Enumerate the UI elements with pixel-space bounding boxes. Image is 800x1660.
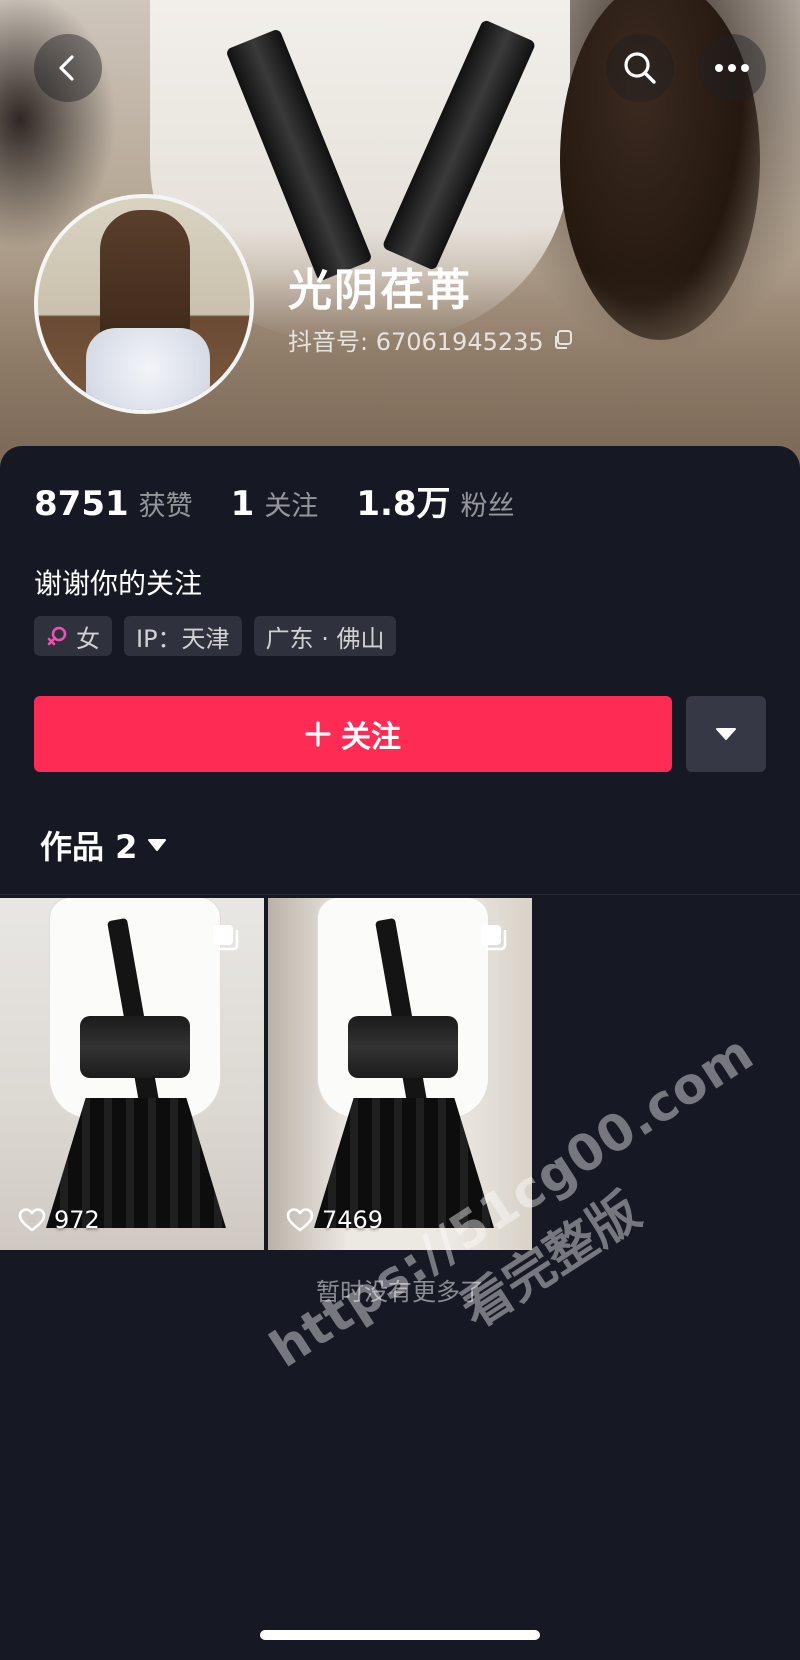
stat-followers-label: 粉丝 [460,491,515,522]
like-count: 972 [18,1206,100,1234]
tab-works[interactable]: 作品 2 [40,822,167,868]
caret-down-icon [716,728,736,740]
tab-works-label: 作品 2 [40,828,138,866]
stat-followers[interactable]: 1.8万 粉丝 [356,476,514,525]
home-indicator[interactable] [260,1630,540,1640]
female-icon [47,626,67,646]
thumbnail-image-corset [80,1016,190,1078]
stat-following[interactable]: 1 关注 [231,484,319,524]
gender-tag-label: 女 [76,624,100,653]
multi-image-icon [213,925,239,951]
bio-text: 谢谢你的关注 [34,567,203,600]
follow-button[interactable]: 关注 [34,696,672,772]
plus-icon [305,721,331,747]
back-chevron-icon [59,55,74,81]
avatar-image-dress [86,328,210,410]
ip-tag: IP：天津 [124,616,242,656]
profile-tags: 女 IP：天津 广东 · 佛山 [34,616,397,656]
douyin-id-text: 抖音号: 67061945235 [288,328,544,356]
stat-following-label: 关注 [264,491,319,522]
gender-tag: 女 [34,616,112,656]
stats-row: 8751 获赞 1 关注 1.8万 粉丝 [34,476,553,525]
location-tag: 广东 · 佛山 [253,616,397,656]
like-count-value: 972 [54,1206,100,1234]
ip-tag-label: IP：天津 [136,624,230,653]
thumbnail-image-corset [348,1016,458,1078]
heart-icon [286,1208,314,1232]
works-grid: 972 7469 [0,898,532,1250]
douyin-id-row[interactable]: 抖音号: 67061945235 [288,322,574,357]
search-icon [624,52,656,84]
profile-panel: 8751 获赞 1 关注 1.8万 粉丝 谢谢你的关注 女 IP：天津 广东 ·… [0,446,800,1660]
stat-following-value: 1 [230,484,255,524]
more-button[interactable] [698,34,766,102]
follow-button-label: 关注 [341,720,401,755]
stat-likes-label: 获赞 [138,491,193,522]
work-thumbnail[interactable]: 972 [0,898,264,1250]
copy-icon[interactable] [552,329,574,351]
search-button[interactable] [606,34,674,102]
like-count-value: 7469 [322,1206,384,1234]
caret-down-icon [148,839,167,851]
like-count: 7469 [286,1206,383,1234]
location-tag-label: 广东 · 佛山 [265,624,385,653]
tab-divider [0,894,800,895]
recommend-dropdown-button[interactable] [686,696,766,772]
avatar[interactable] [34,194,254,414]
stat-followers-value: 1.8万 [356,484,451,524]
more-dots-icon [715,64,749,72]
nickname: 光阴荏苒 [288,265,472,316]
stat-likes-value: 8751 [34,484,129,524]
back-button[interactable] [34,34,102,102]
heart-icon [18,1208,46,1232]
multi-image-icon [481,925,507,951]
stat-likes[interactable]: 8751 获赞 [34,484,193,524]
